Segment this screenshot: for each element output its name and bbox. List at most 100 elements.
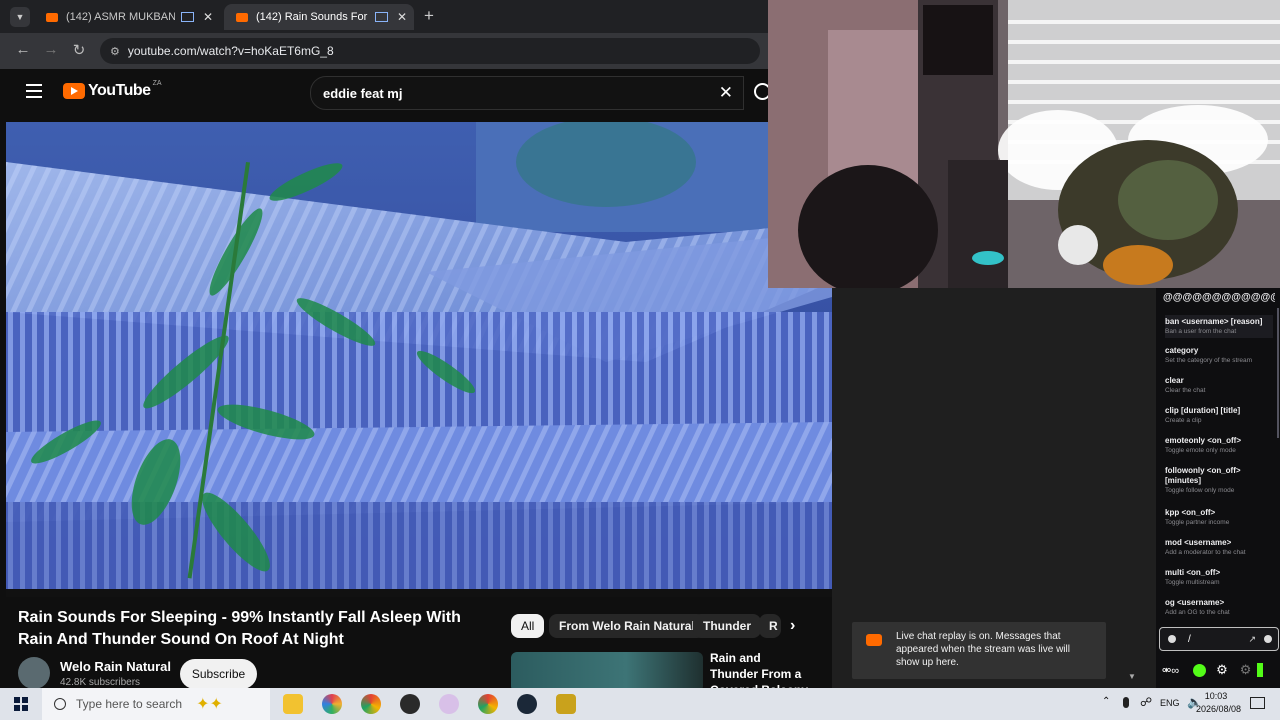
chat-scrollbar[interactable] bbox=[1277, 308, 1279, 438]
scroll-down-icon[interactable]: ▼ bbox=[1128, 672, 1136, 681]
gear-icon[interactable]: ⚙ bbox=[1240, 662, 1252, 678]
command-item[interactable]: mod <username> Add a moderator to the ch… bbox=[1165, 538, 1273, 557]
browser-tab-asmr[interactable]: (142) ASMR MUKBANG | M ✕ bbox=[34, 4, 220, 30]
clock[interactable]: 10:03 2026/08/08 bbox=[1196, 691, 1242, 714]
command-desc: Add an OG to the chat bbox=[1165, 609, 1230, 616]
clock-date: 2026/08/08 bbox=[1196, 704, 1242, 714]
search-icon bbox=[54, 698, 66, 710]
command-item[interactable]: multi <on_off> Toggle multistream bbox=[1165, 568, 1273, 587]
command-item[interactable]: og <username> Add an OG to the chat bbox=[1165, 598, 1273, 617]
address-bar[interactable]: ⚙ youtube.com/watch?v=hoKaET6mG_8 bbox=[100, 38, 760, 64]
chip-more[interactable]: R bbox=[759, 614, 781, 638]
emote-icon[interactable] bbox=[1168, 635, 1176, 643]
chrome-icon[interactable] bbox=[361, 694, 381, 714]
browser-tab-rain-sounds[interactable]: (142) Rain Sounds For Sleep ✕ bbox=[224, 4, 414, 30]
youtube-favicon-icon bbox=[236, 12, 248, 22]
command-desc: Toggle emote only mode bbox=[1165, 447, 1236, 454]
steam-icon[interactable] bbox=[517, 694, 537, 714]
sparkle-icon: ✦✦ bbox=[196, 696, 223, 713]
chrome-profile-icon[interactable] bbox=[478, 694, 498, 714]
tray-chevron-icon[interactable]: ⌃ bbox=[1102, 696, 1110, 707]
video-title: Rain Sounds For Sleeping - 99% Instantly… bbox=[18, 609, 461, 648]
video-player[interactable] bbox=[6, 122, 832, 589]
emoji-icon[interactable] bbox=[1264, 635, 1272, 643]
search-input[interactable]: eddie feat mj bbox=[323, 86, 719, 101]
app-icon[interactable] bbox=[556, 694, 576, 714]
video-progress-bar[interactable] bbox=[6, 589, 832, 597]
command-item[interactable]: emoteonly <on_off> Toggle emote only mod… bbox=[1165, 436, 1273, 455]
chip-all[interactable]: All bbox=[511, 614, 545, 638]
webcam-frame bbox=[768, 0, 1280, 288]
webcam-overlay bbox=[768, 0, 1280, 288]
video-frame bbox=[6, 122, 832, 589]
command-icon[interactable]: ↗ bbox=[1248, 634, 1256, 645]
close-tab-icon[interactable]: ✕ bbox=[394, 10, 410, 24]
tab-search-button[interactable]: ▼ bbox=[10, 7, 30, 27]
related-thumbnail[interactable] bbox=[511, 652, 703, 692]
chat-input-value: / bbox=[1188, 633, 1191, 645]
clock-time: 10:03 bbox=[1204, 691, 1228, 701]
back-icon[interactable]: ← bbox=[14, 41, 32, 58]
chat-replay-notice: Live chat replay is on. Messages that ap… bbox=[852, 622, 1106, 679]
channel-avatar[interactable] bbox=[18, 657, 50, 689]
command-name: og <username> bbox=[1165, 598, 1225, 607]
logo-text: YouTube bbox=[88, 82, 151, 99]
region-code: ZA bbox=[152, 79, 162, 87]
subscriber-count: 42.8K subscribers bbox=[60, 677, 141, 688]
photos-icon[interactable] bbox=[322, 694, 342, 714]
network-icon[interactable]: ☍ bbox=[1140, 695, 1152, 709]
file-explorer-icon[interactable] bbox=[283, 694, 303, 714]
subscribe-button[interactable]: Subscribe bbox=[180, 659, 257, 689]
tab-title: (142) Rain Sounds For Sleep bbox=[256, 11, 369, 23]
search-box[interactable]: eddie feat mj ✕ bbox=[310, 76, 744, 110]
command-name: multi <on_off> bbox=[1165, 568, 1221, 577]
command-item[interactable]: ban <username> [reason] Ban a user from … bbox=[1165, 315, 1273, 338]
command-item[interactable]: kpp <on_off> Toggle partner income bbox=[1165, 508, 1273, 527]
windows-start-icon[interactable] bbox=[14, 697, 28, 711]
chat-button[interactable] bbox=[1257, 663, 1264, 677]
command-desc: Set the category of the stream bbox=[1165, 357, 1253, 364]
command-item[interactable]: clear Clear the chat bbox=[1165, 376, 1273, 395]
command-desc: Add a moderator to the chat bbox=[1165, 549, 1246, 556]
url-text: youtube.com/watch?v=hoKaET6mG_8 bbox=[127, 44, 334, 58]
command-name: mod <username> bbox=[1165, 538, 1232, 547]
command-desc: Toggle follow only mode bbox=[1165, 487, 1235, 494]
channel-name[interactable]: Welo Rain Natural bbox=[60, 659, 171, 674]
chip-from-channel[interactable]: From Welo Rain Natural bbox=[549, 614, 705, 638]
command-name: clear bbox=[1165, 376, 1184, 385]
youtube-favicon-icon bbox=[46, 12, 58, 22]
command-desc: Ban a user from the chat bbox=[1165, 328, 1237, 335]
play-logo-icon bbox=[63, 83, 85, 99]
site-info-icon[interactable]: ⚙ bbox=[110, 45, 120, 58]
command-item[interactable]: category Set the category of the stream bbox=[1165, 346, 1273, 365]
notifications-icon[interactable] bbox=[1250, 697, 1265, 709]
close-tab-icon[interactable]: ✕ bbox=[200, 10, 216, 24]
taskbar-search[interactable]: Type here to search ✦✦ bbox=[42, 688, 270, 720]
chat-input[interactable]: / ↗ bbox=[1159, 627, 1279, 651]
cast-icon bbox=[375, 12, 388, 22]
clear-search-icon[interactable]: ✕ bbox=[719, 83, 733, 103]
language-indicator[interactable]: ENG bbox=[1160, 698, 1180, 708]
youtube-logo[interactable]: YouTube ZA bbox=[63, 79, 162, 100]
chip-thunder[interactable]: Thunder bbox=[693, 614, 761, 638]
reload-icon[interactable]: ↻ bbox=[70, 41, 88, 59]
command-item[interactable]: clip [duration] [title] Create a clip bbox=[1165, 406, 1273, 425]
settings-icon[interactable]: ⚙ bbox=[1216, 662, 1228, 678]
obs-icon[interactable] bbox=[400, 694, 420, 714]
kick-icon[interactable] bbox=[1193, 663, 1207, 677]
command-name: kpp <on_off> bbox=[1165, 508, 1216, 517]
microphone-icon[interactable] bbox=[1123, 697, 1129, 708]
command-desc: Create a clip bbox=[1165, 417, 1202, 424]
command-name: clip [duration] [title] bbox=[1165, 406, 1241, 415]
command-desc: Toggle multistream bbox=[1165, 579, 1220, 586]
menu-icon[interactable] bbox=[26, 84, 42, 98]
cast-icon bbox=[181, 12, 194, 22]
new-tab-button[interactable]: + bbox=[420, 6, 438, 26]
forward-icon[interactable]: → bbox=[42, 41, 60, 58]
chat-toolbar: ⚮∞ ⚙ ⚙ bbox=[1162, 661, 1280, 679]
connections-icon[interactable]: ⚮∞ bbox=[1162, 664, 1179, 677]
chat-commands-panel: @@@@@@@@@@@@ ban <username> [reason] Ban… bbox=[1156, 288, 1280, 688]
snipping-tool-icon[interactable] bbox=[439, 694, 459, 714]
chips-next-icon[interactable]: › bbox=[790, 617, 795, 635]
command-item[interactable]: followonly <on_off> [minutes] Toggle fol… bbox=[1165, 466, 1273, 495]
